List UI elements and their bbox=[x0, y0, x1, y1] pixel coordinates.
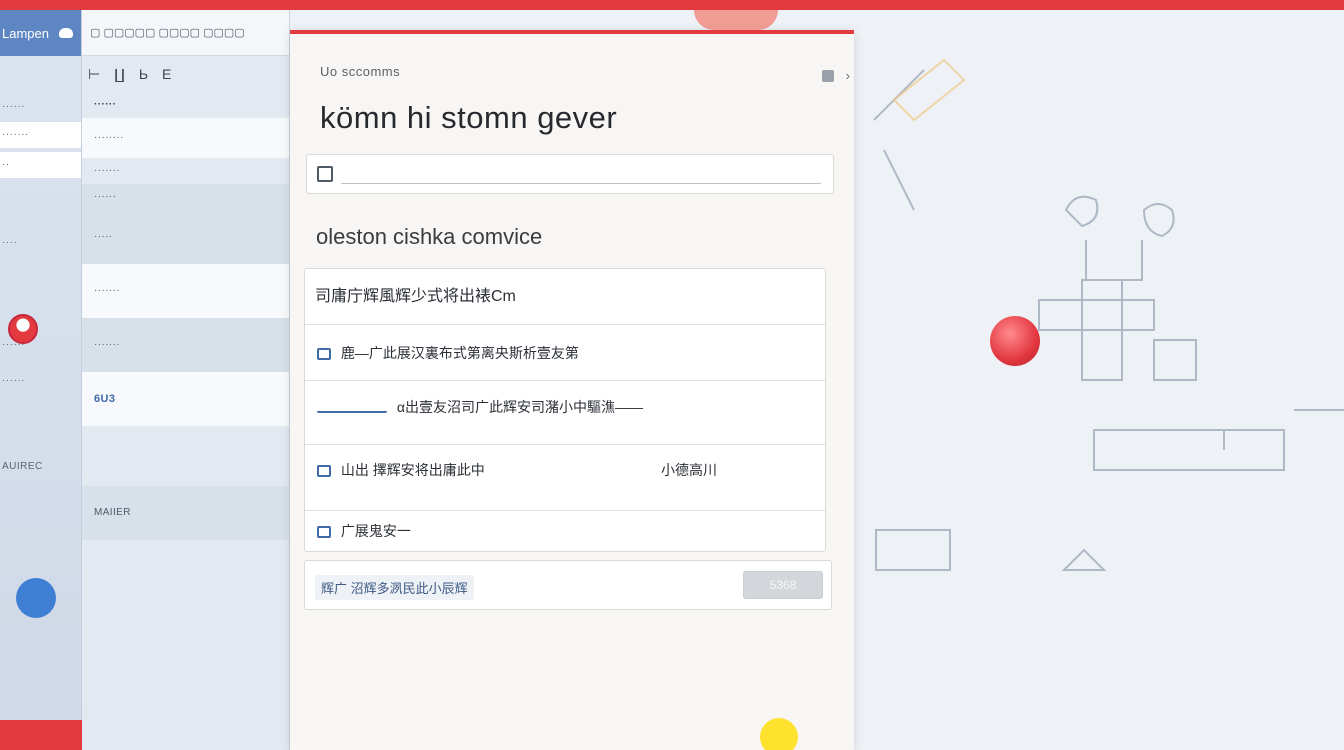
submit-button[interactable]: 5368 bbox=[743, 571, 823, 599]
document-icon bbox=[317, 465, 331, 478]
help-icon[interactable] bbox=[760, 718, 798, 750]
panel-row[interactable]: ····· bbox=[82, 210, 289, 264]
list-item[interactable]: 山出 擇辉安将出庸此中 小德高川 bbox=[305, 445, 825, 511]
panel-row[interactable]: ······ bbox=[82, 184, 289, 210]
map-canvas[interactable] bbox=[854, 10, 1344, 750]
list-item[interactable]: 广展鬼安一 bbox=[305, 511, 825, 551]
cloud-icon[interactable] bbox=[59, 28, 73, 38]
panel-row[interactable]: ······· bbox=[82, 318, 289, 372]
breadcrumb: Uo sccomms bbox=[320, 64, 401, 79]
record-icon[interactable] bbox=[8, 314, 38, 344]
rail-item[interactable]: ······ bbox=[0, 370, 81, 392]
panel-row[interactable]: ········ bbox=[82, 118, 289, 158]
panel-row[interactable]: 6U3 bbox=[82, 372, 289, 426]
status-dot-icon[interactable] bbox=[16, 578, 56, 618]
list-item-label: 广展鬼安一 bbox=[340, 523, 411, 539]
search-bar bbox=[306, 154, 834, 194]
list-item[interactable]: α出壹友沼司广此辉安司潴小中驅潐—— bbox=[305, 381, 825, 445]
panel-row[interactable]: ······ bbox=[82, 92, 289, 118]
top-accent-bar bbox=[0, 0, 1344, 10]
text-tool-icon[interactable]: ⊢ bbox=[88, 66, 100, 83]
folder-icon bbox=[317, 526, 331, 539]
rail-item[interactable]: AUIREC bbox=[0, 456, 81, 478]
decoration bbox=[694, 10, 778, 30]
page-title: kömn hi stomn gever bbox=[320, 100, 618, 135]
list-item-label: 司庸庁辉風辉少式将出裱Cm bbox=[315, 288, 516, 305]
sketch-illustration bbox=[873, 58, 1344, 571]
footer-label[interactable]: 辉广 沼辉多洬民此小辰辉 bbox=[315, 575, 474, 600]
list-item[interactable]: 司庸庁辉風辉少式将出裱Cm bbox=[305, 269, 825, 325]
list-item-label: α出壹友沼司广此辉安司潴小中驅潐—— bbox=[396, 399, 643, 415]
list-item[interactable]: 鹿—广此展汉裏布式第离央斯析壹友第 bbox=[305, 325, 825, 381]
column-tool-icon[interactable]: ∐ bbox=[114, 66, 125, 83]
bold-tool-icon[interactable]: Ь bbox=[139, 66, 148, 82]
rail-item[interactable]: ···· bbox=[0, 232, 81, 254]
dialog-footer: 辉广 沼辉多洬民此小辰辉 5368 bbox=[304, 560, 832, 610]
link-icon bbox=[317, 403, 387, 414]
list-item-meta: 小德高川 bbox=[661, 462, 717, 478]
settings-icon[interactable] bbox=[821, 69, 834, 82]
rail-item[interactable]: ·· bbox=[0, 152, 81, 178]
main-dialog: Uo sccomms › kömn hi stomn gever oleston… bbox=[290, 30, 854, 750]
document-icon bbox=[317, 348, 331, 361]
rail-item[interactable]: ······· bbox=[0, 122, 81, 148]
rail-header[interactable]: Lampen bbox=[0, 10, 81, 56]
section-title: oleston cishka comvice bbox=[316, 224, 543, 249]
location-pin-icon[interactable] bbox=[990, 316, 1040, 366]
search-icon bbox=[317, 166, 333, 182]
rail-footer bbox=[0, 720, 82, 750]
list-item-label: 鹿—广此展汉裏布式第离央斯析壹友第 bbox=[340, 345, 579, 361]
search-input[interactable] bbox=[341, 164, 821, 184]
app-title: Lampen bbox=[2, 25, 49, 41]
app-rail: Lampen ······ ······· ·· ···· ······ ···… bbox=[0, 10, 82, 750]
panel-row[interactable]: ······· bbox=[82, 264, 289, 318]
navigation-panel: ▢ ▢▢▢▢▢ ▢▢▢▢ ▢▢▢▢ ⊢ ∐ Ь Ε ······ ·······… bbox=[82, 10, 290, 750]
dialog-tools: › bbox=[821, 68, 850, 83]
result-list: 司庸庁辉風辉少式将出裱Cm 鹿—广此展汉裏布式第离央斯析壹友第 α出壹友沼司广此… bbox=[304, 268, 826, 552]
panel-row[interactable]: ······· bbox=[82, 158, 289, 184]
edit-tool-icon[interactable]: Ε bbox=[162, 66, 171, 82]
panel-row: MAIIER bbox=[82, 486, 289, 540]
panel-header: ▢ ▢▢▢▢▢ ▢▢▢▢ ▢▢▢▢ bbox=[82, 10, 289, 56]
panel-toolbar: ⊢ ∐ Ь Ε bbox=[82, 56, 289, 92]
rail-item[interactable]: ······ bbox=[0, 96, 81, 118]
list-item-label: 山出 擇辉安将出庸此中 bbox=[340, 462, 485, 478]
chevron-right-icon[interactable]: › bbox=[846, 68, 850, 83]
